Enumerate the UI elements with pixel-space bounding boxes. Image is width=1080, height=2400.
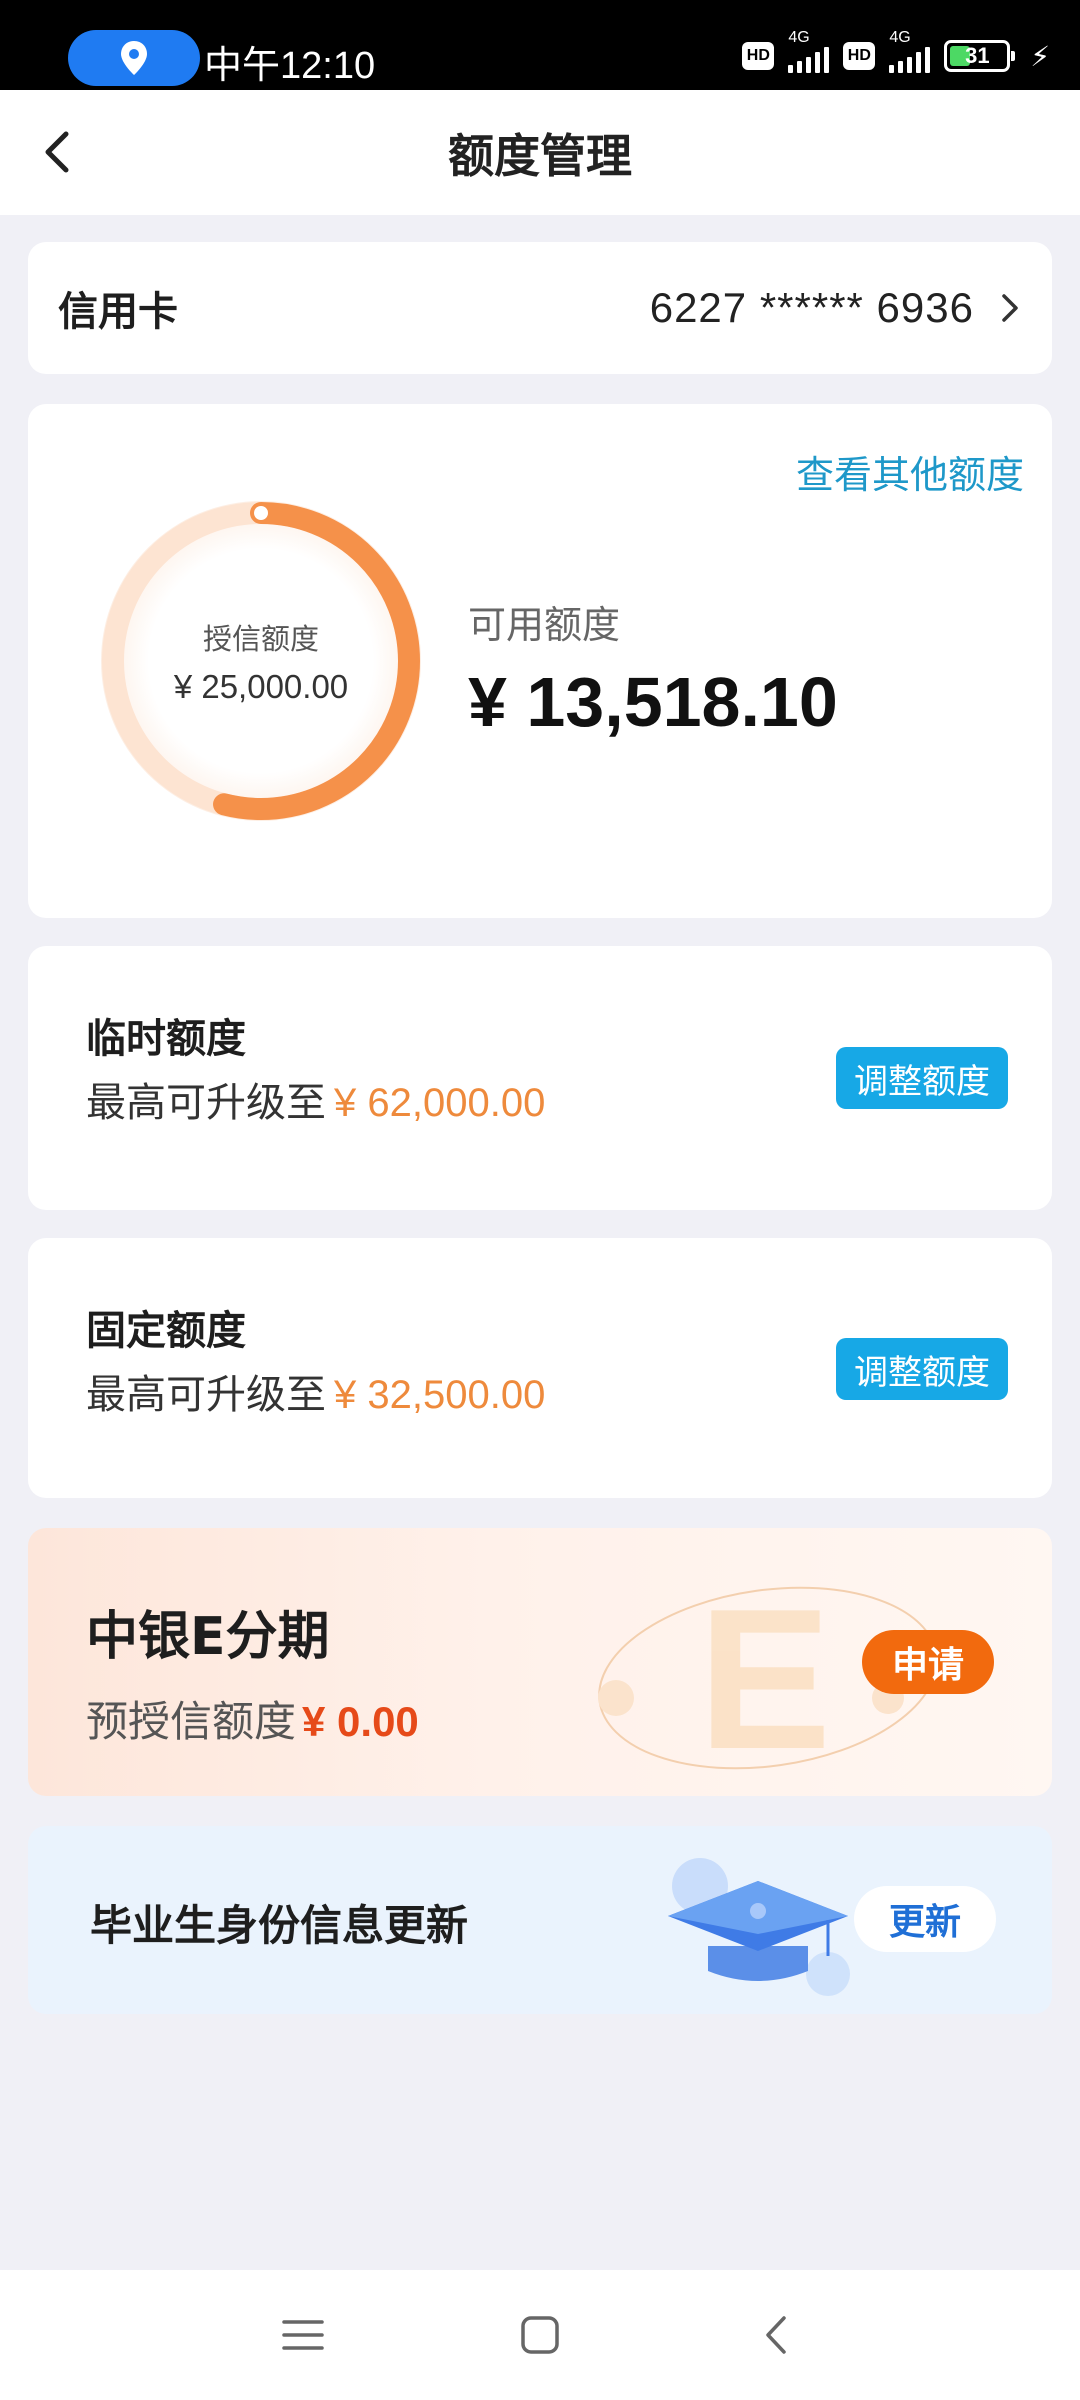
card-number: 6227 ****** 6936 xyxy=(649,284,974,331)
fixed-limit-amount: ¥ 32,500.00 xyxy=(334,1373,546,1417)
temporary-limit-amount: ¥ 62,000.00 xyxy=(334,1081,546,1125)
charging-icon: ⚡ xyxy=(1030,39,1050,73)
network-type-1: 4G xyxy=(788,29,810,46)
adjust-temporary-limit-button[interactable]: 调整额度 xyxy=(836,1047,1008,1109)
available-limit-label: 可用额度 xyxy=(468,603,621,647)
hd-badge-2: HD xyxy=(843,42,876,70)
fixed-limit-prefix: 最高可升级至 xyxy=(86,1372,326,1418)
temporary-limit-prefix: 最高可升级至 xyxy=(86,1080,326,1126)
card-type-label: 信用卡 xyxy=(58,289,178,335)
credit-limit-value: ¥ 25,000.00 xyxy=(173,668,349,705)
nav-bar: 额度管理 xyxy=(0,90,1080,215)
back-arrow-icon xyxy=(45,131,69,173)
temporary-limit-card: 临时额度 最高可升级至 ¥ 62,000.00 调整额度 xyxy=(28,946,1052,1210)
status-time: 中午12:10 xyxy=(204,45,376,87)
status-bar: 中午12:10 HD 4G HD 4G 31 ⚡ xyxy=(0,0,1080,90)
graduate-update-card: 毕业生身份信息更新 更新 xyxy=(28,1826,1052,2014)
svg-text:E: E xyxy=(698,1568,831,1788)
adjust-fixed-limit-button[interactable]: 调整额度 xyxy=(836,1338,1008,1400)
limit-overview-card: 查看其他额度 授信额度 ¥ 25,000.00 可用额度 ¥ 13,518.10 xyxy=(28,404,1052,918)
battery-icon: 31 xyxy=(944,40,1016,72)
back-icon[interactable] xyxy=(752,2310,802,2360)
fixed-limit-subtitle: 最高可升级至 ¥ 32,500.00 xyxy=(86,1362,545,1420)
installment-title: 中银E分期 xyxy=(86,1607,330,1667)
location-pill[interactable] xyxy=(68,30,200,86)
update-button[interactable]: 更新 xyxy=(854,1886,996,1952)
apply-button[interactable]: 申请 xyxy=(862,1630,994,1694)
available-limit-value: ¥ 13,518.10 xyxy=(468,663,838,741)
chevron-right-icon xyxy=(1002,294,1018,322)
fixed-limit-title: 固定额度 xyxy=(86,1308,246,1354)
signal-icon: 4G xyxy=(788,29,830,73)
card-selector[interactable]: 信用卡 6227 ****** 6936 xyxy=(28,242,1052,374)
page-title: 额度管理 xyxy=(448,128,632,183)
menu-icon[interactable] xyxy=(278,2310,328,2360)
hd-badge-1: HD xyxy=(742,42,775,70)
fixed-limit-card: 固定额度 最高可升级至 ¥ 32,500.00 调整额度 xyxy=(28,1238,1052,1498)
installment-subtitle: 预授信额度 ¥ 0.00 xyxy=(86,1688,419,1749)
graduation-cap-icon xyxy=(668,1858,850,1996)
pre-credit-label: 预授信额度 xyxy=(86,1697,297,1746)
pre-credit-amount: ¥ 0.00 xyxy=(302,1698,419,1745)
credit-limit-label: 授信额度 xyxy=(202,622,319,656)
graduate-update-title: 毕业生身份信息更新 xyxy=(90,1901,469,1950)
network-type-2: 4G xyxy=(889,29,911,46)
view-other-limits-link[interactable]: 查看其他额度 xyxy=(796,444,1024,499)
status-indicators: HD 4G HD 4G 31 ⚡ xyxy=(742,29,1050,78)
temporary-limit-title: 临时额度 xyxy=(86,1016,246,1062)
temporary-limit-subtitle: 最高可升级至 ¥ 62,000.00 xyxy=(86,1070,545,1128)
system-nav-bar xyxy=(0,2270,1080,2400)
credit-limit-center: 授信额度 ¥ 25,000.00 xyxy=(86,486,436,836)
back-button[interactable] xyxy=(28,124,84,180)
installment-card: E 中银E分期 预授信额度 ¥ 0.00 申请 xyxy=(28,1528,1052,1796)
battery-level: 31 xyxy=(965,43,990,68)
signal-icon-2: 4G xyxy=(889,29,931,73)
location-icon xyxy=(121,41,147,75)
home-icon[interactable] xyxy=(515,2310,565,2360)
